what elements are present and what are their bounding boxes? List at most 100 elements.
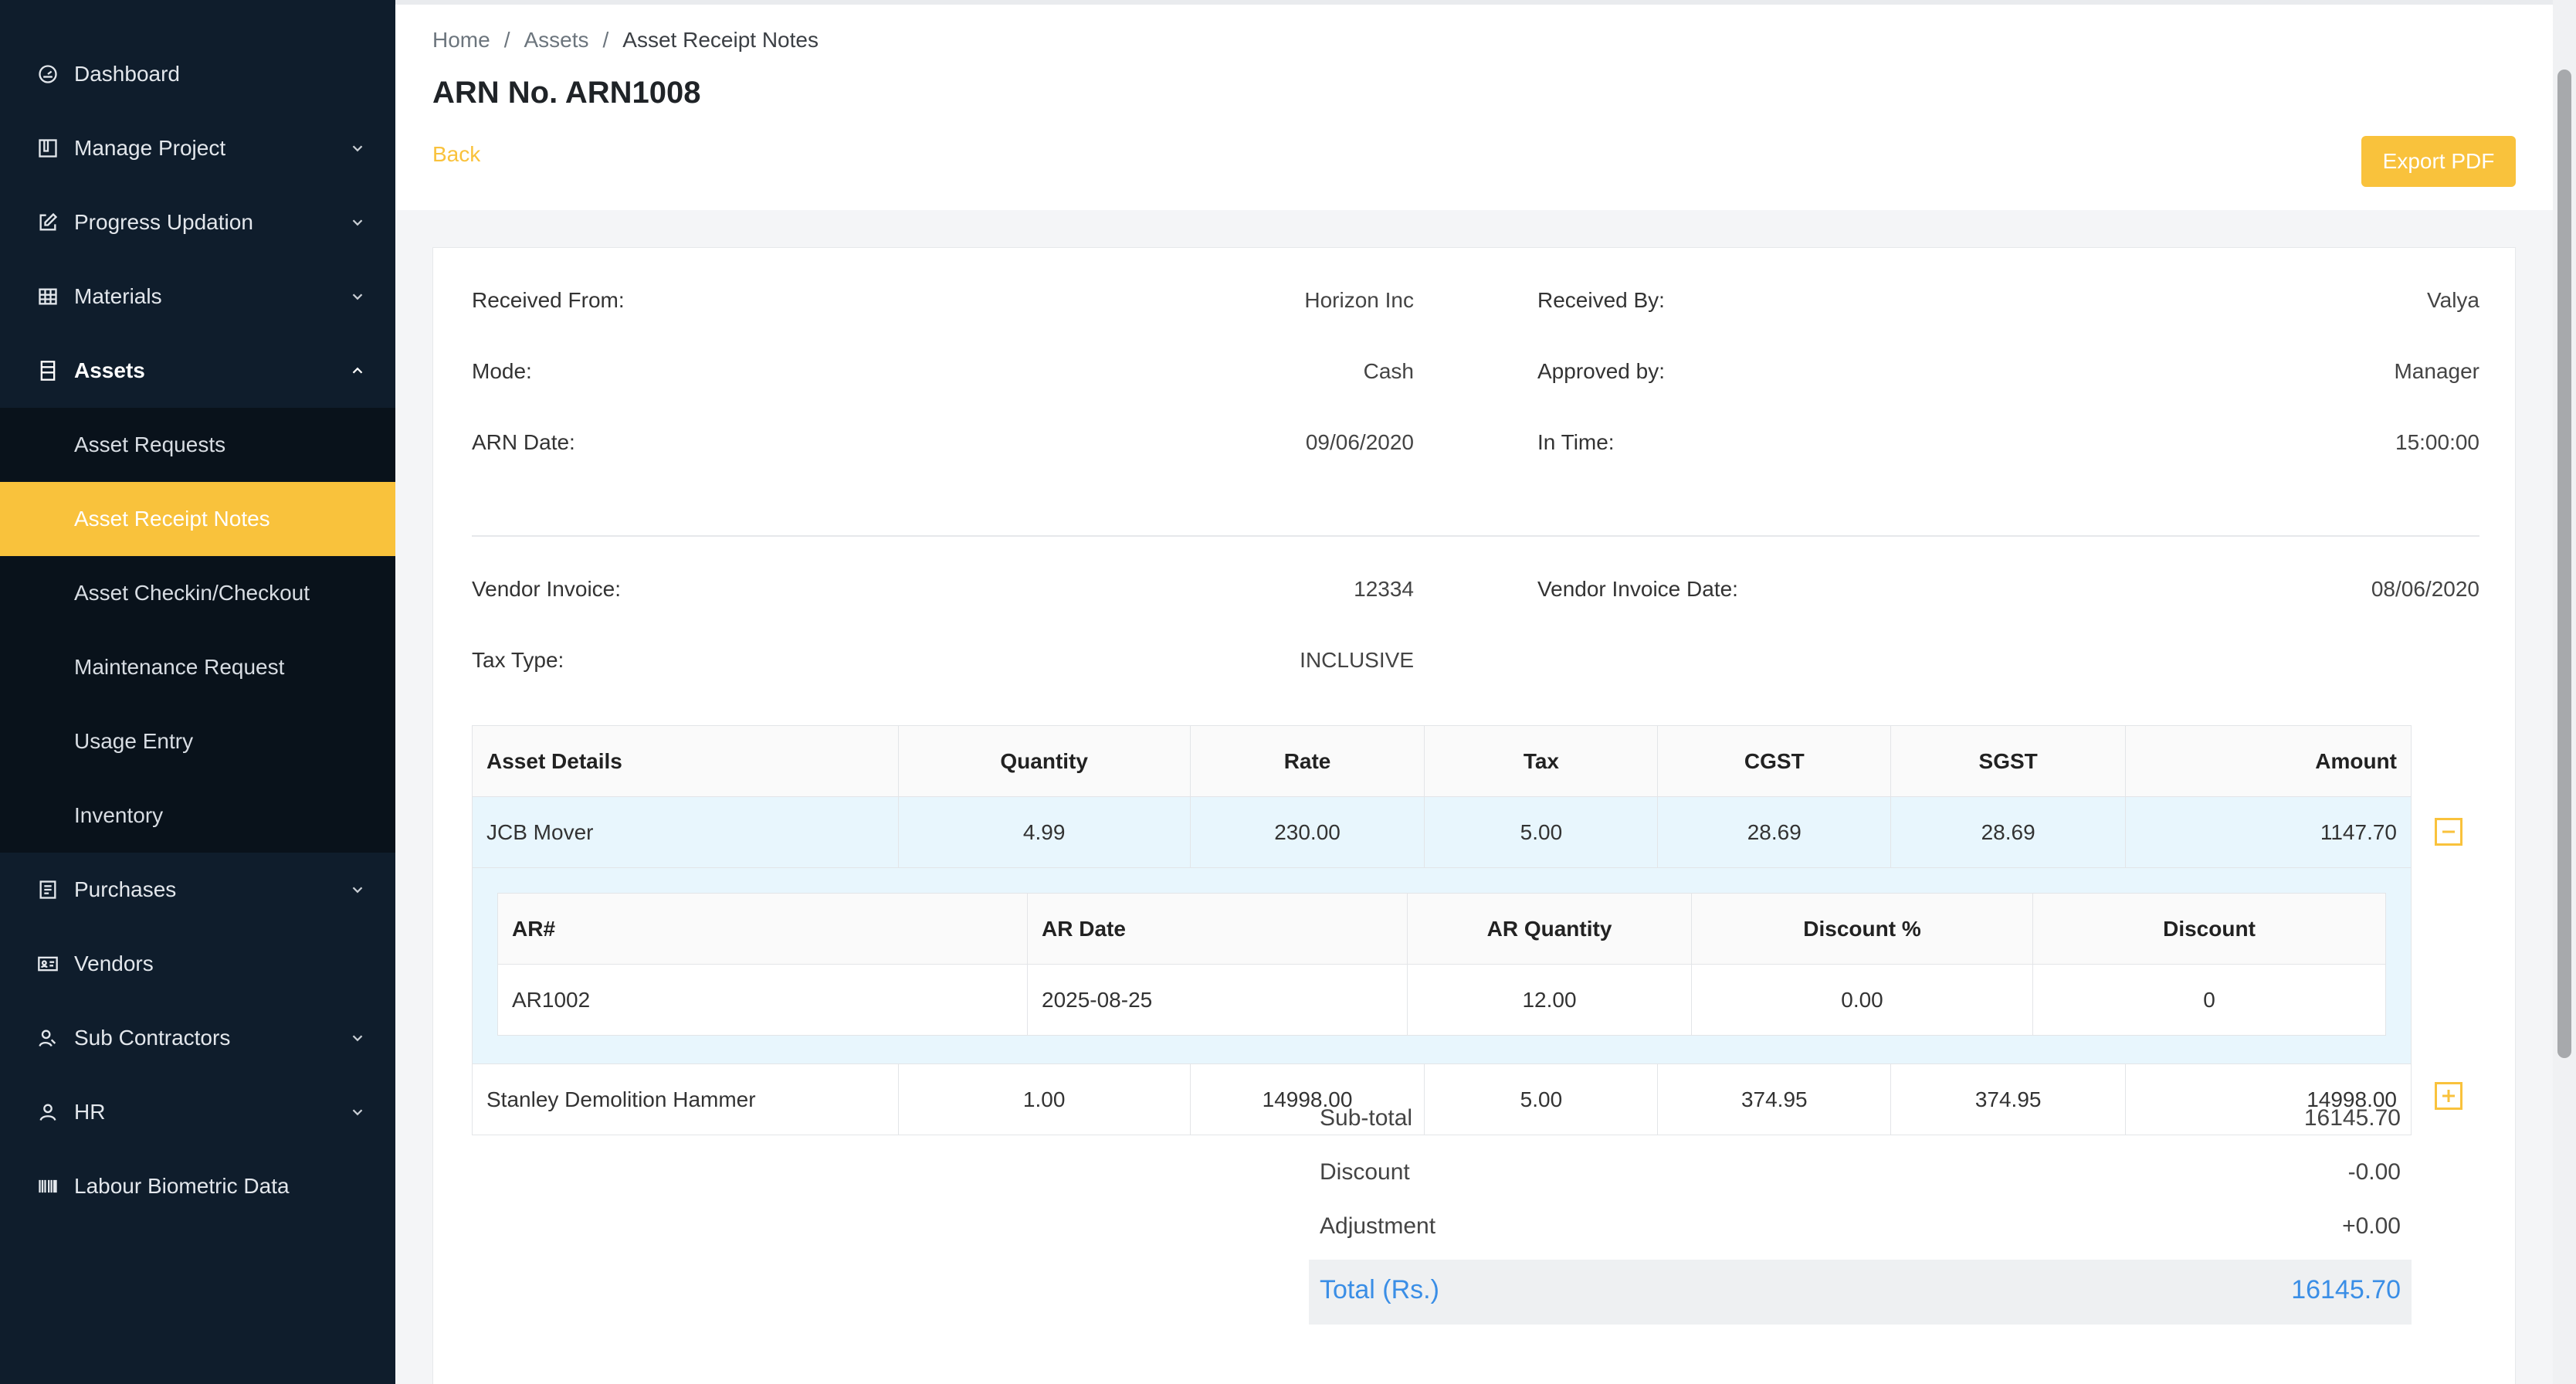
arn-details-card: Received From: Horizon Inc Received By: … (432, 247, 2516, 1384)
column-header: Quantity (897, 725, 1191, 797)
sidebar-item-manage-project[interactable]: Manage Project (0, 111, 395, 185)
received-from-value: Horizon Inc (1304, 288, 1414, 312)
discount-total-value: -0.00 (2347, 1159, 2401, 1185)
column-header: AR# (497, 893, 1028, 965)
chevron-down-icon (349, 288, 366, 305)
sidebar-item-sub-contractors[interactable]: Sub Contractors (0, 1001, 395, 1075)
sidebar: Dashboard Manage Project Progress Updati… (0, 0, 395, 1384)
details-row: Tax Type: INCLUSIVE (472, 648, 2479, 679)
mode-label: Mode: (472, 359, 532, 383)
sidebar-item-label: Sub Contractors (74, 1026, 231, 1050)
sidebar-item-label: Assets (74, 358, 145, 382)
edit-icon (37, 212, 59, 233)
arn-date-label: ARN Date: (472, 430, 575, 454)
submenu-item-asset-checkin-checkout[interactable]: Asset Checkin/Checkout (0, 556, 395, 630)
grand-total-label: Total (Rs.) (1320, 1275, 1439, 1304)
user-icon (37, 1101, 59, 1123)
sidebar-item-label: Purchases (74, 877, 177, 901)
plus-icon (2442, 1090, 2455, 1102)
column-header: AR Date (1027, 893, 1408, 965)
table-row[interactable]: JCB Mover 4.99 230.00 5.00 28.69 28.69 1… (472, 796, 2412, 868)
tax-type-value: INCLUSIVE (1300, 648, 1414, 672)
sidebar-item-vendors[interactable]: Vendors (0, 927, 395, 1001)
adjustment-value: +0.00 (2342, 1213, 2401, 1239)
sidebar-item-label: Dashboard (74, 62, 180, 86)
submenu-item-asset-receipt-notes[interactable]: Asset Receipt Notes (0, 482, 395, 556)
details-row: Received From: Horizon Inc Received By: … (472, 288, 2479, 319)
breadcrumb-current: Asset Receipt Notes (622, 28, 819, 52)
sidebar-item-progress-updation[interactable]: Progress Updation (0, 185, 395, 260)
collapse-row-button[interactable] (2435, 818, 2462, 846)
chevron-down-icon (349, 214, 366, 231)
tax-type-label: Tax Type: (472, 648, 564, 672)
submenu-item-asset-requests[interactable]: Asset Requests (0, 408, 395, 482)
asset-name: Stanley Demolition Hammer (472, 1063, 899, 1135)
details-row: ARN Date: 09/06/2020 In Time: 15:00:00 (472, 430, 2479, 461)
asset-amount: 1147.70 (2125, 796, 2412, 868)
ar-date: 2025-08-25 (1027, 964, 1408, 1036)
vendor-invoice-date-value: 08/06/2020 (2371, 577, 2479, 601)
column-header: CGST (1657, 725, 1892, 797)
arn-date-value: 09/06/2020 (1305, 430, 1414, 454)
sidebar-item-hr[interactable]: HR (0, 1075, 395, 1149)
asset-quantity: 4.99 (897, 796, 1191, 868)
in-time-label: In Time: (1537, 430, 1615, 454)
contractor-icon (37, 1027, 59, 1049)
submenu-item-usage-entry[interactable]: Usage Entry (0, 704, 395, 778)
purchases-icon (37, 879, 59, 901)
ar-number: AR1002 (497, 964, 1028, 1036)
assets-submenu: Asset Requests Asset Receipt Notes Asset… (0, 408, 395, 853)
sidebar-item-dashboard[interactable]: Dashboard (0, 37, 395, 111)
vendor-invoice-date-label: Vendor Invoice Date: (1537, 577, 1738, 601)
column-header: Discount (2032, 893, 2386, 965)
approved-by-value: Manager (2394, 359, 2479, 383)
table-header-row: Asset Details Quantity Rate Tax CGST SGS… (472, 725, 2412, 797)
grand-total-row: Total (Rs.) 16145.70 (1309, 1260, 2412, 1325)
sidebar-item-materials[interactable]: Materials (0, 260, 395, 334)
minus-icon (2442, 830, 2455, 833)
totals-section: Sub-total 16145.70 Discount -0.00 Adjust… (1309, 1094, 2412, 1325)
received-by-value: Valya (2427, 288, 2479, 312)
breadcrumb-assets[interactable]: Assets (524, 28, 588, 53)
subtotal-value: 16145.70 (2303, 1105, 2401, 1131)
breadcrumb-separator: / (602, 28, 609, 52)
subtotal-row: Sub-total 16145.70 (1309, 1094, 2412, 1148)
submenu-item-inventory[interactable]: Inventory (0, 778, 395, 853)
submenu-item-maintenance-request[interactable]: Maintenance Request (0, 630, 395, 704)
asset-details-table: Asset Details Quantity Rate Tax CGST SGS… (472, 725, 2412, 1135)
expand-row-button[interactable] (2435, 1082, 2462, 1110)
received-by-label: Received By: (1537, 288, 1665, 312)
sidebar-item-labour-biometric-data[interactable]: Labour Biometric Data (0, 1149, 395, 1223)
discount-value: 0 (2032, 964, 2386, 1036)
sidebar-item-label: Manage Project (74, 136, 226, 160)
breadcrumb: Home / Assets / Asset Receipt Notes (432, 28, 819, 53)
asset-tax: 5.00 (1424, 796, 1659, 868)
nested-container: AR# AR Date AR Quantity Discount % Disco… (472, 867, 2412, 1064)
scrollbar-thumb[interactable] (2557, 70, 2571, 1058)
back-link[interactable]: Back (432, 142, 480, 167)
column-header: Asset Details (472, 725, 899, 797)
sidebar-item-purchases[interactable]: Purchases (0, 853, 395, 927)
export-pdf-button[interactable]: Export PDF (2361, 136, 2516, 187)
adjustment-row: Adjustment +0.00 (1309, 1203, 2412, 1257)
breadcrumb-separator: / (503, 28, 510, 52)
asset-quantity: 1.00 (897, 1063, 1191, 1135)
sidebar-item-assets[interactable]: Assets (0, 334, 395, 408)
vendor-invoice-label: Vendor Invoice: (472, 577, 622, 601)
asset-name: JCB Mover (472, 796, 899, 868)
details-row: Mode: Cash Approved by: Manager (472, 359, 2479, 390)
page-scrollbar[interactable] (2553, 0, 2576, 1384)
page-header: Home / Assets / Asset Receipt Notes ARN … (395, 5, 2553, 210)
breadcrumb-home[interactable]: Home (432, 28, 490, 53)
grid-icon (37, 286, 59, 307)
mode-value: Cash (1363, 359, 1414, 383)
column-header: Amount (2125, 725, 2412, 797)
section-divider (472, 535, 2479, 537)
vendor-card-icon (37, 953, 59, 975)
column-header: Tax (1424, 725, 1659, 797)
discount-row: Discount -0.00 (1309, 1148, 2412, 1203)
discount-percent: 0.00 (1691, 964, 2033, 1036)
asset-cgst: 28.69 (1657, 796, 1892, 868)
column-header: Rate (1189, 725, 1425, 797)
asset-sgst: 28.69 (1890, 796, 2127, 868)
